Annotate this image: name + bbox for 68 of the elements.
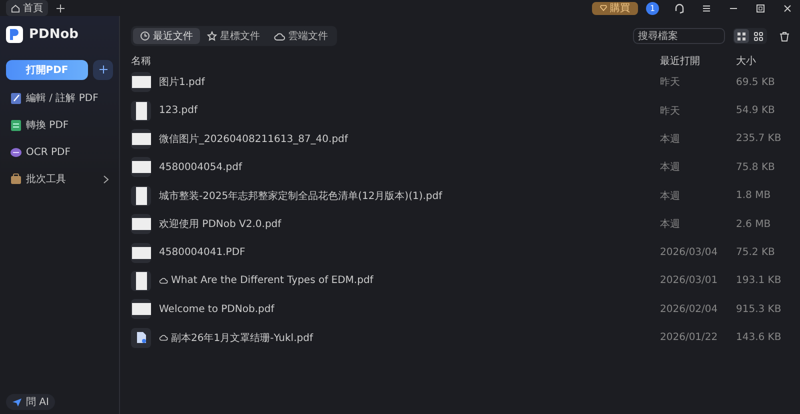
file-name[interactable]: 图片1.pdf [159,75,205,90]
table-cell-text: 2026/02/04 [660,304,719,315]
column-header: 大小 [736,54,757,68]
table-cell-text: 915.3 KB [736,304,782,315]
plus-icon[interactable] [56,4,65,12]
app-name: PDNob [29,27,78,42]
table-cell-text: 2026/01/22 [660,332,719,344]
table-cell-text: 本週 [660,160,681,174]
file-name[interactable]: 副本26年1月文罩结珊-Yukl.pdf [159,330,313,345]
convert-document-icon [10,118,22,132]
buy-button[interactable]: 購買 [592,2,638,14]
headset-icon[interactable] [673,2,686,14]
table-cell-text: 75.2 KB [736,247,776,258]
file-name[interactable]: 4580004054.pdf [159,162,242,173]
send-icon [12,398,22,406]
chevron-right-icon [103,174,109,184]
file-tab[interactable]: 星標文件 [200,28,267,44]
ocr-icon [10,146,22,158]
grid-view-icon[interactable] [751,29,766,43]
sidebar-item[interactable]: 批次工具 [6,170,113,188]
toolbox-icon [10,172,22,186]
add-button[interactable] [93,60,113,80]
file-tab[interactable]: 最近文件 [133,28,200,44]
search-field[interactable]: 搜尋檔案 [633,28,725,44]
table-cell-text: 昨天 [660,76,681,90]
table-cell-text: 2026/03/04 [660,247,719,258]
sidebar-item[interactable]: OCR PDF [6,143,113,161]
star-icon [207,31,217,41]
table-cell-text: 昨天 [660,104,681,118]
table-cell-text: 2026/03/01 [660,275,719,286]
column-header: 名稱 [131,55,152,68]
file-name[interactable]: 123.pdf [159,105,198,116]
table-cell-text: 143.6 KB [736,332,782,344]
table-cell-text: 本週 [660,218,681,232]
list-view-icon[interactable] [734,29,749,43]
file-name[interactable]: What Are the Different Types of EDM.pdf [159,275,374,286]
diamond-icon [600,5,607,11]
sidebar-item[interactable]: 編輯 / 註解 PDF [6,89,113,107]
file-name[interactable]: 城市整装-2025年志邦整家定制全品花色清单(12月版本)(1).pdf [159,188,442,203]
table-cell-text: 75.8 KB [736,162,776,173]
trash-icon[interactable] [779,30,790,42]
table-cell-text: 235.7 KB [736,133,782,144]
table-cell-text: 本週 [660,190,681,203]
edit-document-icon [10,92,22,104]
table-cell-text: 69.5 KB [736,76,776,88]
ask-ai-button[interactable]: 問 AI [6,394,55,410]
file-name[interactable]: 欢迎使用 PDNob V2.0.pdf [159,217,282,232]
clock-icon [140,31,150,41]
home-tab[interactable]: 首頁 [6,0,48,16]
plus-icon [98,64,108,74]
column-header: 最近打開 [660,54,701,68]
table-cell-text: 2.6 MB [736,218,772,230]
file-name[interactable]: Welcome to PDNob.pdf [159,304,274,315]
cloud-icon [274,32,285,40]
table-cell-text: 54.9 KB [736,105,776,116]
file-tab[interactable]: 雲端文件 [267,28,335,44]
notification-badge[interactable]: 1 [646,2,659,14]
table-cell-text: 1.8 MB [736,190,772,202]
table-cell-text: 本週 [660,132,681,146]
file-name[interactable]: 4580004041.PDF [159,247,246,258]
file-name[interactable]: 微信图片_20260408211613_87_40.pdf [159,132,348,146]
home-icon [11,4,20,12]
sidebar-item[interactable]: 轉換 PDF [6,116,113,134]
maximize-icon[interactable] [754,2,767,14]
app-logo-icon [6,26,23,43]
cloud-icon [159,277,168,284]
cloud-icon [159,334,168,342]
table-cell-text: 193.1 KB [736,275,782,286]
